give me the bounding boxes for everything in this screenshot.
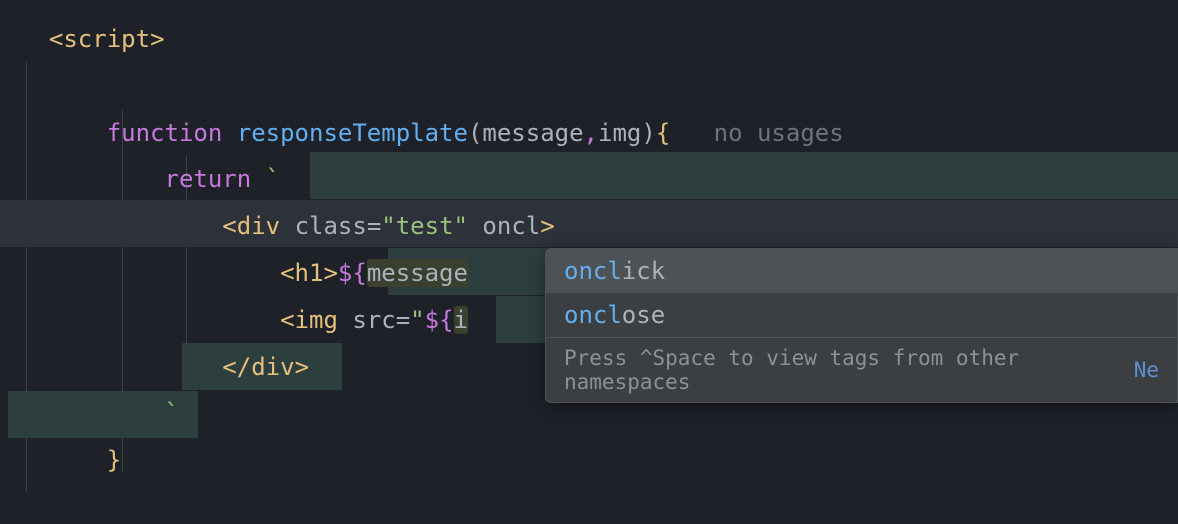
autocomplete-item-onclick[interactable]: onclick (546, 249, 1177, 293)
attribute-name: src (352, 306, 395, 334)
usage-hint: no usages (714, 119, 844, 147)
variable: message (367, 259, 468, 287)
code-line[interactable]: <div class="test" oncl> (20, 203, 1178, 250)
variable: i (454, 306, 468, 334)
tag-bracket: > (540, 212, 554, 240)
match-text: oncl (564, 257, 622, 285)
match-text: oncl (564, 301, 622, 329)
attribute-name: class (295, 212, 367, 240)
tag-bracket: </ (222, 353, 251, 381)
footer-hint: Press ^Space to view tags from other nam… (564, 346, 1134, 394)
equals: = (367, 212, 381, 240)
template-backtick: ` (165, 399, 179, 427)
brace: { (656, 119, 670, 147)
tag-bracket: > (150, 25, 164, 53)
tag-bracket: > (323, 259, 337, 287)
autocomplete-popup: onclick onclose Press ^Space to view tag… (545, 248, 1178, 403)
code-line[interactable]: return ` (20, 156, 1178, 203)
code-line[interactable]: } (20, 437, 1178, 484)
tag-name: div (251, 353, 294, 381)
parameter: message (482, 119, 583, 147)
code-line[interactable]: function responseTemplate(message,img){ … (20, 110, 1178, 157)
autocomplete-item-onclose[interactable]: onclose (546, 293, 1177, 337)
completion-text: ick (622, 257, 665, 285)
autocomplete-footer: Press ^Space to view tags from other nam… (546, 337, 1177, 402)
tag-name: script (63, 25, 150, 53)
tag-name: div (237, 212, 280, 240)
string-quote: " (410, 306, 424, 334)
tag-bracket: < (280, 306, 294, 334)
completion-text: ose (622, 301, 665, 329)
keyword: return (165, 165, 252, 193)
code-editor[interactable]: <script> function responseTemplate(messa… (0, 0, 1178, 484)
tag-bracket: < (49, 25, 63, 53)
template-backtick: ` (266, 165, 280, 193)
attribute-name: oncl (482, 212, 540, 240)
function-name: responseTemplate (237, 119, 468, 147)
tag-bracket: < (222, 212, 236, 240)
paren: ) (641, 119, 655, 147)
interpolation-open: ${ (425, 306, 454, 334)
tag-bracket: < (280, 259, 294, 287)
comma: , (584, 119, 598, 147)
parameter: img (598, 119, 641, 147)
code-line[interactable] (20, 63, 1178, 110)
paren: ( (468, 119, 482, 147)
footer-link[interactable]: Ne (1134, 358, 1159, 382)
keyword: function (107, 119, 223, 147)
tag-bracket: > (295, 353, 309, 381)
tag-name: h1 (295, 259, 324, 287)
tag-name: img (295, 306, 338, 334)
brace: } (107, 446, 121, 474)
string: "test" (381, 212, 468, 240)
code-line[interactable]: <script> (20, 16, 1178, 63)
interpolation-open: ${ (338, 259, 367, 287)
equals: = (396, 306, 410, 334)
